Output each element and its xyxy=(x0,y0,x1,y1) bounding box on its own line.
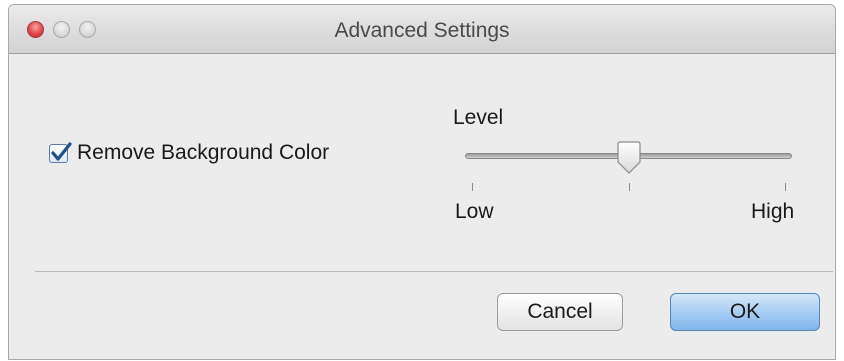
slider-min-label: Low xyxy=(455,200,494,223)
close-window-button[interactable] xyxy=(27,21,44,38)
advanced-settings-dialog: Advanced Settings Remove Background Colo… xyxy=(8,4,836,360)
minimize-window-button[interactable] xyxy=(53,21,70,38)
zoom-window-button[interactable] xyxy=(79,21,96,38)
window-title: Advanced Settings xyxy=(334,19,510,42)
title-bar[interactable]: Advanced Settings xyxy=(9,5,835,54)
slider-thumb[interactable] xyxy=(616,141,642,175)
checkmark-icon xyxy=(51,141,72,161)
slider-max-label: High xyxy=(751,200,795,223)
level-label: Level xyxy=(453,106,504,129)
ok-button[interactable]: OK xyxy=(670,293,820,331)
level-slider[interactable] xyxy=(465,141,792,191)
slider-tick-min xyxy=(472,183,473,191)
remove-background-color-option[interactable]: Remove Background Color xyxy=(49,141,329,165)
slider-tick-max xyxy=(785,183,786,191)
slider-tick-mid xyxy=(628,183,630,191)
cancel-button[interactable]: Cancel xyxy=(497,293,623,331)
remove-background-color-checkbox[interactable] xyxy=(49,141,72,163)
remove-background-color-label[interactable]: Remove Background Color xyxy=(77,141,329,165)
separator xyxy=(35,271,833,272)
